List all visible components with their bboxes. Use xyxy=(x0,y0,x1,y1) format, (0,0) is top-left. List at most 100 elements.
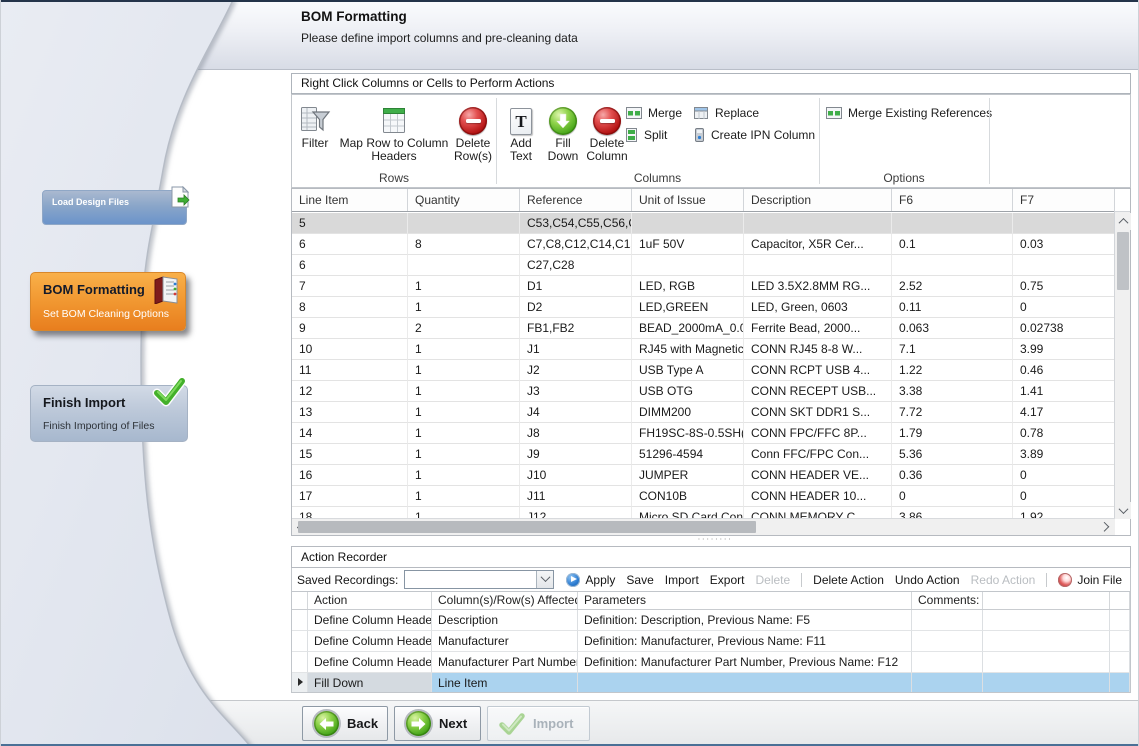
grid-cell[interactable]: 1 xyxy=(408,276,520,297)
combo-dropdown-button[interactable] xyxy=(536,571,553,588)
grid-cell[interactable]: 1 xyxy=(408,339,520,360)
grid-cell[interactable]: CONN SKT DDR1 S... xyxy=(744,402,892,423)
grid-cell[interactable]: 5 xyxy=(292,213,408,234)
recorder-cell[interactable] xyxy=(578,673,912,693)
split-button[interactable]: Split xyxy=(626,127,667,143)
grid-cell[interactable]: 0 xyxy=(892,486,1013,507)
grid-cell[interactable]: 1 xyxy=(408,402,520,423)
recorder-cell[interactable]: Define Column Header xyxy=(308,610,432,631)
grid-cell[interactable]: 9 xyxy=(292,318,408,339)
grid-cell[interactable]: CONN HEADER 10... xyxy=(744,486,892,507)
import-recording-button[interactable]: Import xyxy=(665,573,699,587)
grid-cell[interactable]: 11 xyxy=(292,360,408,381)
grid-cell[interactable]: BEAD_2000mA_0.0... xyxy=(632,318,744,339)
delete-action-button[interactable]: Delete Action xyxy=(813,573,884,587)
recorder-header-cell[interactable]: Column(s)/Row(s) Affected xyxy=(432,592,578,609)
wizard-step-load-design-files[interactable]: Load Design Files xyxy=(42,190,187,225)
grid-cell[interactable]: FH19SC-8S-0.5SH(... xyxy=(632,423,744,444)
grid-cell[interactable]: 6 xyxy=(292,255,408,276)
scroll-right-button[interactable] xyxy=(1098,519,1115,535)
grid-cell[interactable]: C27,C28 xyxy=(520,255,632,276)
h-scroll-thumb[interactable] xyxy=(298,521,756,533)
join-file-button[interactable]: Join File xyxy=(1077,573,1122,587)
recorder-header-cell[interactable]: Parameters xyxy=(578,592,912,609)
grid-cell[interactable]: 2 xyxy=(408,318,520,339)
grid-cell[interactable]: Capacitor, X5R Cer... xyxy=(744,234,892,255)
grid-vertical-scrollbar[interactable] xyxy=(1114,189,1130,519)
recorder-row[interactable]: Define Column HeaderManufacturer Part Nu… xyxy=(292,652,1130,673)
recorder-cell[interactable] xyxy=(912,673,983,693)
grid-cell[interactable]: 1 xyxy=(408,381,520,402)
filter-button[interactable]: Filter xyxy=(294,100,336,174)
save-button[interactable]: Save xyxy=(626,573,653,587)
grid-cell[interactable]: USB OTG xyxy=(632,381,744,402)
grid-cell[interactable]: 0 xyxy=(1013,297,1115,318)
grid-cell[interactable]: D2 xyxy=(520,297,632,318)
grid-cell[interactable] xyxy=(744,255,892,276)
grid-cell[interactable]: FB1,FB2 xyxy=(520,318,632,339)
grid-cell[interactable]: 15 xyxy=(292,444,408,465)
next-button[interactable]: Next xyxy=(394,706,481,741)
merge-button[interactable]: Merge xyxy=(626,105,682,121)
grid-cell[interactable]: LED,GREEN xyxy=(632,297,744,318)
grid-cell[interactable]: 7 xyxy=(292,276,408,297)
recorder-row[interactable]: Define Column HeaderManufacturerDefiniti… xyxy=(292,631,1130,652)
grid-cell[interactable]: 12 xyxy=(292,381,408,402)
map-row-to-column-headers-button[interactable]: Map Row to Column Headers xyxy=(338,100,450,174)
grid-cell[interactable]: LED, Green, 0603 xyxy=(744,297,892,318)
recorder-cell[interactable]: Manufacturer Part Number xyxy=(432,652,578,673)
grid-header-cell[interactable]: F6 xyxy=(892,189,1013,211)
grid-cell[interactable]: D1 xyxy=(520,276,632,297)
grid-cell[interactable]: 1uF 50V xyxy=(632,234,744,255)
recorder-cell[interactable]: Definition: Description, Previous Name: … xyxy=(578,610,912,631)
replace-button[interactable]: Replace xyxy=(694,105,759,121)
grid-cell[interactable]: 0.03 xyxy=(1013,234,1115,255)
fill-down-button[interactable]: Fill Down xyxy=(544,100,582,174)
grid-header-cell[interactable]: Reference xyxy=(520,189,632,211)
grid-cell[interactable]: 1.79 xyxy=(892,423,1013,444)
grid-cell[interactable]: 7.72 xyxy=(892,402,1013,423)
grid-cell[interactable]: CONN RCPT USB 4... xyxy=(744,360,892,381)
grid-cell[interactable]: 0.02738 xyxy=(1013,318,1115,339)
grid-cell[interactable]: 17 xyxy=(292,486,408,507)
grid-cell[interactable]: 0 xyxy=(1013,465,1115,486)
create-ipn-column-button[interactable]: Create IPN Column xyxy=(694,127,815,143)
recorder-cell[interactable]: Manufacturer xyxy=(432,631,578,652)
grid-cell[interactable]: 1 xyxy=(408,465,520,486)
scroll-up-button[interactable] xyxy=(1115,213,1131,230)
delete-rows-button[interactable]: Delete Row(s) xyxy=(452,100,494,174)
grid-cell[interactable] xyxy=(408,255,520,276)
grid-header-cell[interactable]: Line Item xyxy=(292,189,408,211)
grid-cell[interactable]: 1.41 xyxy=(1013,381,1115,402)
grid-header-cell[interactable]: Description xyxy=(744,189,892,211)
grid-cell[interactable]: LED 3.5X2.8MM RG... xyxy=(744,276,892,297)
grid-cell[interactable]: J9 xyxy=(520,444,632,465)
grid-cell[interactable]: J4 xyxy=(520,402,632,423)
grid-cell[interactable]: J11 xyxy=(520,486,632,507)
v-scroll-thumb[interactable] xyxy=(1117,232,1129,290)
grid-cell[interactable]: 3.99 xyxy=(1013,339,1115,360)
grid-cell[interactable]: 8 xyxy=(408,234,520,255)
grid-cell[interactable]: 51296-4594 xyxy=(632,444,744,465)
grid-cell[interactable] xyxy=(1013,213,1115,234)
grid-cell[interactable] xyxy=(744,213,892,234)
grid-cell[interactable]: 0.063 xyxy=(892,318,1013,339)
grid-cell[interactable]: 0.78 xyxy=(1013,423,1115,444)
grid-cell[interactable]: 13 xyxy=(292,402,408,423)
grid-cell[interactable]: CONN HEADER VE... xyxy=(744,465,892,486)
grid-cell[interactable]: DIMM200 xyxy=(632,402,744,423)
grid-cell[interactable] xyxy=(632,255,744,276)
grid-cell[interactable]: 7.1 xyxy=(892,339,1013,360)
merge-existing-references-button[interactable]: Merge Existing References xyxy=(826,105,992,121)
grid-cell[interactable]: 14 xyxy=(292,423,408,444)
recorder-header-cell[interactable]: Comments: xyxy=(912,592,983,609)
splitter-handle[interactable]: ⋅⋅⋅⋅⋅⋅⋅⋅ xyxy=(660,536,770,544)
grid-cell[interactable]: 8 xyxy=(292,297,408,318)
undo-action-button[interactable]: Undo Action xyxy=(895,573,960,587)
recorder-cell[interactable] xyxy=(912,610,983,631)
grid-cell[interactable]: J2 xyxy=(520,360,632,381)
recorder-header-cell[interactable]: Action xyxy=(308,592,432,609)
saved-recordings-select[interactable] xyxy=(404,570,554,589)
grid-cell[interactable]: 0.1 xyxy=(892,234,1013,255)
grid-cell[interactable]: 1 xyxy=(408,423,520,444)
